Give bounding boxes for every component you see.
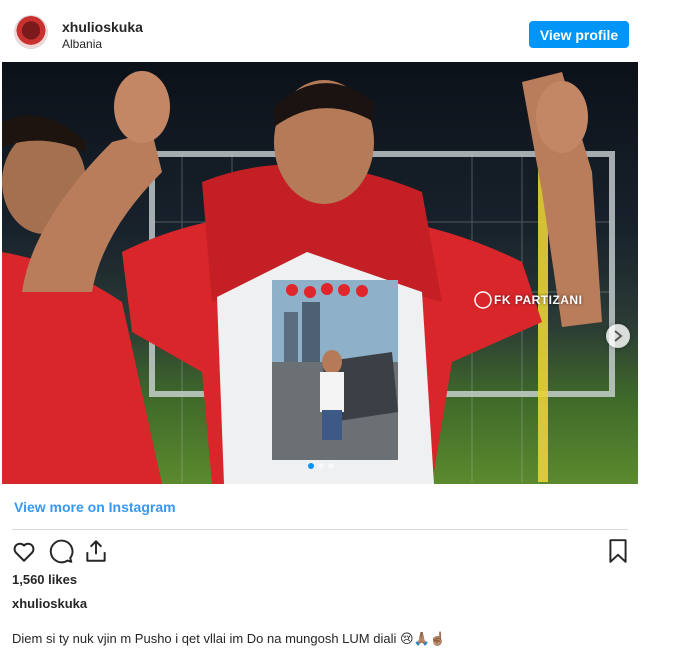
instagram-embed-card: xhulioskuka Albania View profile FK PART… xyxy=(0,0,640,669)
location-label[interactable]: Albania xyxy=(62,37,102,51)
comment-icon xyxy=(49,539,74,564)
slide-dot xyxy=(318,463,324,469)
photo-watermark: FK PARTIZANI xyxy=(494,293,583,307)
slide-dot xyxy=(328,463,334,469)
username-link[interactable]: xhulioskuka xyxy=(62,19,143,35)
post-caption: Diem si ty nuk vjin m Pusho i qet vllai … xyxy=(12,631,446,646)
share-button[interactable] xyxy=(83,538,109,564)
slide-indicator xyxy=(308,463,334,469)
like-button[interactable] xyxy=(11,538,37,564)
post-photo[interactable]: FK PARTIZANI xyxy=(2,62,638,484)
avatar[interactable] xyxy=(15,16,47,48)
caption-username[interactable]: xhulioskuka xyxy=(12,596,87,611)
post-photo-illustration xyxy=(2,71,615,484)
bookmark-icon xyxy=(609,539,627,563)
heart-icon xyxy=(13,542,35,562)
view-profile-button[interactable]: View profile xyxy=(529,21,629,48)
slide-dot xyxy=(308,463,314,469)
save-button[interactable] xyxy=(605,538,631,564)
post-header: xhulioskuka Albania View profile xyxy=(0,0,640,62)
divider xyxy=(12,529,628,530)
likes-count[interactable]: 1,560 likes xyxy=(12,572,77,587)
comment-button[interactable] xyxy=(48,538,74,564)
chevron-right-icon xyxy=(614,330,623,342)
view-more-link[interactable]: View more on Instagram xyxy=(14,499,176,515)
share-icon xyxy=(86,540,106,562)
next-slide-button[interactable] xyxy=(606,324,630,348)
